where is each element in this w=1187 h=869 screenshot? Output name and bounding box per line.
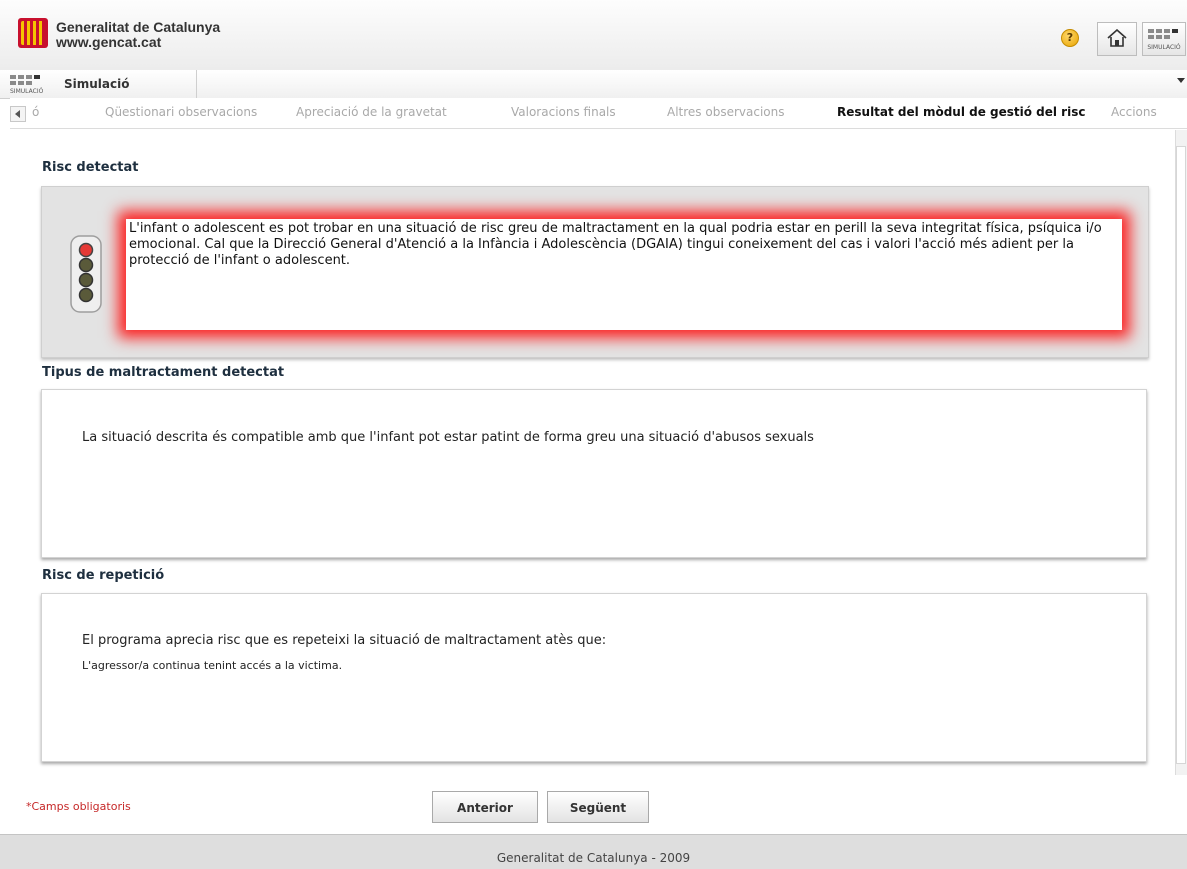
repetition-box: El programa aprecia risc que es repeteix…	[41, 593, 1147, 762]
module-tab-simulacio[interactable]: SIMULACIÓ Simulació	[10, 70, 197, 98]
scroll-left-icon[interactable]	[10, 106, 26, 122]
simulation-grid-icon: SIMULACIÓ	[1147, 29, 1181, 51]
home-icon	[1107, 29, 1127, 47]
step-valoracions-finals[interactable]: Valoracions finals	[511, 105, 616, 119]
simulation-grid-icon: SIMULACIÓ	[10, 75, 44, 95]
gencat-logo-icon	[18, 18, 48, 48]
chevron-down-icon[interactable]	[1177, 78, 1185, 83]
repetition-description: El programa aprecia risc que es repeteix…	[82, 633, 607, 648]
traffic-light-icon	[70, 235, 102, 313]
previous-button[interactable]: Anterior	[432, 791, 538, 823]
module-logo-text: SIMULACIÓ	[10, 88, 44, 95]
step-questionari-observacions[interactable]: Qüestionari observacions	[105, 105, 257, 119]
required-fields-note: *Camps obligatoris	[26, 800, 131, 813]
simulation-logo: SIMULACIÓ	[1142, 22, 1186, 56]
repetition-reason: L'agressor/a continua tenint accés a la …	[82, 659, 343, 672]
page-footer: Generalitat de Catalunya - 2009	[0, 834, 1187, 869]
next-button[interactable]: Següent	[547, 791, 649, 823]
app-header: Generalitat de Catalunya www.gencat.cat …	[0, 0, 1187, 71]
step-partial[interactable]: ó	[32, 105, 39, 119]
maltreatment-section-title: Tipus de maltractament detectat	[42, 365, 285, 380]
module-bar: SIMULACIÓ Simulació	[0, 70, 1187, 99]
risk-section-title: Risc detectat	[42, 160, 139, 175]
footer-copyright: Generalitat de Catalunya - 2009	[496, 851, 691, 865]
step-apreciacio-gravetat[interactable]: Apreciació de la gravetat	[296, 105, 447, 119]
step-altres-observacions[interactable]: Altres observacions	[667, 105, 784, 119]
government-name: Generalitat de Catalunya www.gencat.cat	[56, 20, 220, 50]
risk-description: L'infant o adolescent es pot trobar en u…	[126, 219, 1122, 330]
simulation-logo-text: SIMULACIÓ	[1147, 44, 1181, 51]
scrollbar-thumb[interactable]	[1176, 146, 1186, 764]
maltreatment-box: La situació descrita és compatible amb q…	[41, 389, 1147, 558]
maltreatment-description: La situació descrita és compatible amb q…	[82, 430, 814, 445]
government-url: www.gencat.cat	[56, 34, 162, 50]
step-resultat-gestio-risc[interactable]: Resultat del mòdul de gestió del risc	[837, 105, 1085, 119]
help-circle-icon[interactable]: ?	[1061, 29, 1079, 47]
government-title: Generalitat de Catalunya	[56, 19, 221, 35]
repetition-section-title: Risc de repetició	[42, 568, 165, 583]
steps-navigation: ó Qüestionari observacions Apreciació de…	[10, 98, 1187, 129]
module-title: Simulació	[64, 77, 130, 91]
step-accions[interactable]: Accions	[1111, 105, 1157, 119]
home-button[interactable]	[1097, 22, 1137, 56]
